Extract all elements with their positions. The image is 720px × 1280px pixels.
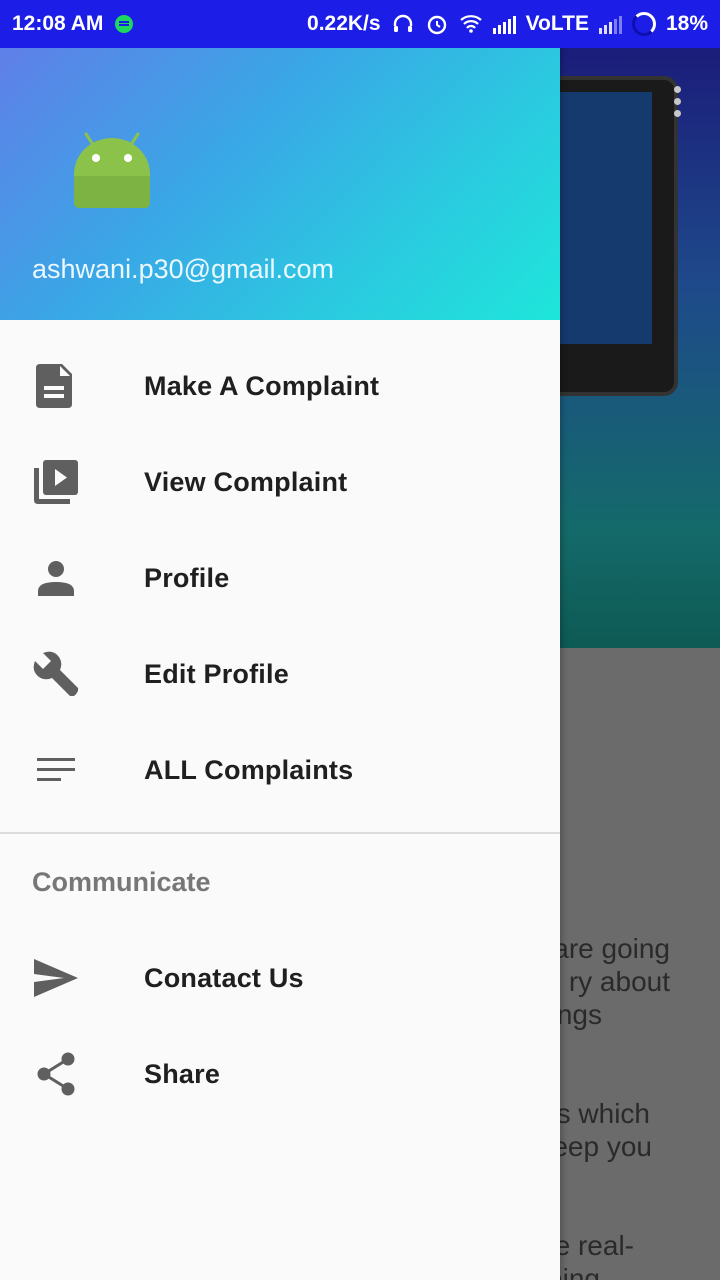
spotify-icon xyxy=(115,15,134,33)
network-speed: 0.22K/s xyxy=(307,12,381,35)
alarm-icon xyxy=(427,15,446,35)
status-bar: 12:08 AM 0.22K/s VoLTE 18% xyxy=(0,0,720,48)
menu-item-contact-us[interactable]: Conatact Us xyxy=(0,930,560,1026)
menu-item-edit-profile[interactable]: Edit Profile xyxy=(0,626,560,722)
video-library-icon xyxy=(32,458,80,506)
person-icon xyxy=(32,554,80,602)
battery-icon xyxy=(631,12,656,36)
network-type: VoLTE xyxy=(525,12,589,35)
headphones-icon xyxy=(393,14,412,32)
menu-item-label: View Complaint xyxy=(144,466,348,497)
menu-item-label: Profile xyxy=(144,562,230,593)
lines-icon xyxy=(32,746,80,794)
menu-item-all-complaints[interactable]: ALL Complaints xyxy=(0,722,560,818)
menu-item-label: Make A Complaint xyxy=(144,370,380,401)
drawer-header: ashwani.p30@gmail.com xyxy=(0,48,560,320)
navigation-drawer: ashwani.p30@gmail.com Make A Complaint V… xyxy=(0,48,560,1280)
menu-item-label: ALL Complaints xyxy=(144,754,354,785)
wifi-icon xyxy=(459,15,482,33)
menu-item-label: Share xyxy=(144,1058,221,1089)
wrench-icon xyxy=(32,650,80,698)
menu-item-make-complaint[interactable]: Make A Complaint xyxy=(0,338,560,434)
menu-item-view-complaint[interactable]: View Complaint xyxy=(0,434,560,530)
send-icon xyxy=(32,954,80,1002)
user-email: ashwani.p30@gmail.com xyxy=(32,254,335,284)
document-icon xyxy=(32,362,80,410)
menu-item-label: Conatact Us xyxy=(144,962,304,993)
menu-item-share[interactable]: Share xyxy=(0,1026,560,1122)
status-time: 12:08 AM xyxy=(12,12,104,35)
share-icon xyxy=(32,1050,80,1098)
drawer-menu: Make A Complaint View Complaint Profile … xyxy=(0,320,560,1122)
android-icon xyxy=(74,132,150,208)
battery-level: 18% xyxy=(665,12,708,35)
menu-item-profile[interactable]: Profile xyxy=(0,530,560,626)
section-title: Communicate xyxy=(32,866,211,897)
signal-icon xyxy=(492,14,516,34)
overflow-menu-icon[interactable] xyxy=(674,86,682,117)
menu-item-label: Edit Profile xyxy=(144,658,289,689)
signal-icon xyxy=(598,14,622,34)
